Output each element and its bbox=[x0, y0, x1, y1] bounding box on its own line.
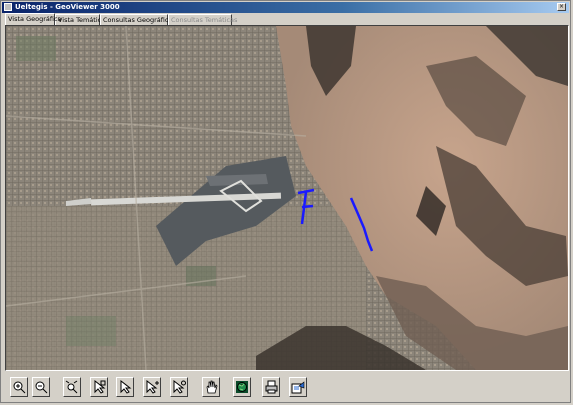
select-add-button[interactable] bbox=[143, 377, 161, 397]
zoom-in-button[interactable] bbox=[10, 377, 28, 397]
magnifier-plus-icon bbox=[13, 381, 26, 394]
select-info-button[interactable] bbox=[170, 377, 188, 397]
tab-consultas-geograficas[interactable]: Consultas Geográficas bbox=[100, 14, 176, 25]
export-button[interactable] bbox=[289, 377, 307, 397]
tab-consultas-tematicas: Consultas Temáticas bbox=[168, 14, 237, 25]
zoom-out-button[interactable] bbox=[32, 377, 50, 397]
print-button[interactable] bbox=[262, 377, 280, 397]
hand-icon bbox=[206, 380, 218, 394]
close-icon: × bbox=[558, 3, 565, 10]
pointer-info-icon bbox=[173, 380, 186, 394]
printer-icon bbox=[265, 380, 278, 394]
export-map-icon bbox=[291, 381, 305, 394]
select-pointer-button[interactable] bbox=[90, 377, 108, 397]
map-toolbar bbox=[5, 377, 569, 403]
window-title: Ueltegis - GeoViewer 3000 bbox=[15, 3, 120, 11]
pointer-button[interactable] bbox=[116, 377, 134, 397]
title-bar[interactable]: Ueltegis - GeoViewer 3000 × bbox=[2, 2, 569, 13]
zoom-extent-button[interactable] bbox=[63, 377, 81, 397]
tab-vista-geografica[interactable]: Vista Geográfica bbox=[5, 13, 62, 25]
magnifier-minus-icon bbox=[35, 381, 48, 394]
magnifier-arrows-icon bbox=[65, 380, 78, 394]
pan-button[interactable] bbox=[202, 377, 220, 397]
globe-icon bbox=[236, 381, 248, 393]
pointer-plus-icon bbox=[146, 380, 159, 394]
globe-button[interactable] bbox=[233, 377, 251, 397]
arrow-pointer-icon bbox=[120, 380, 132, 394]
map-view[interactable] bbox=[5, 25, 569, 371]
application-window: Ueltegis - GeoViewer 3000 × Vista Geográ… bbox=[0, 0, 571, 403]
pointer-select-icon bbox=[94, 380, 106, 394]
satellite-map[interactable] bbox=[6, 26, 568, 370]
close-button[interactable]: × bbox=[557, 3, 566, 11]
app-icon bbox=[4, 3, 12, 11]
